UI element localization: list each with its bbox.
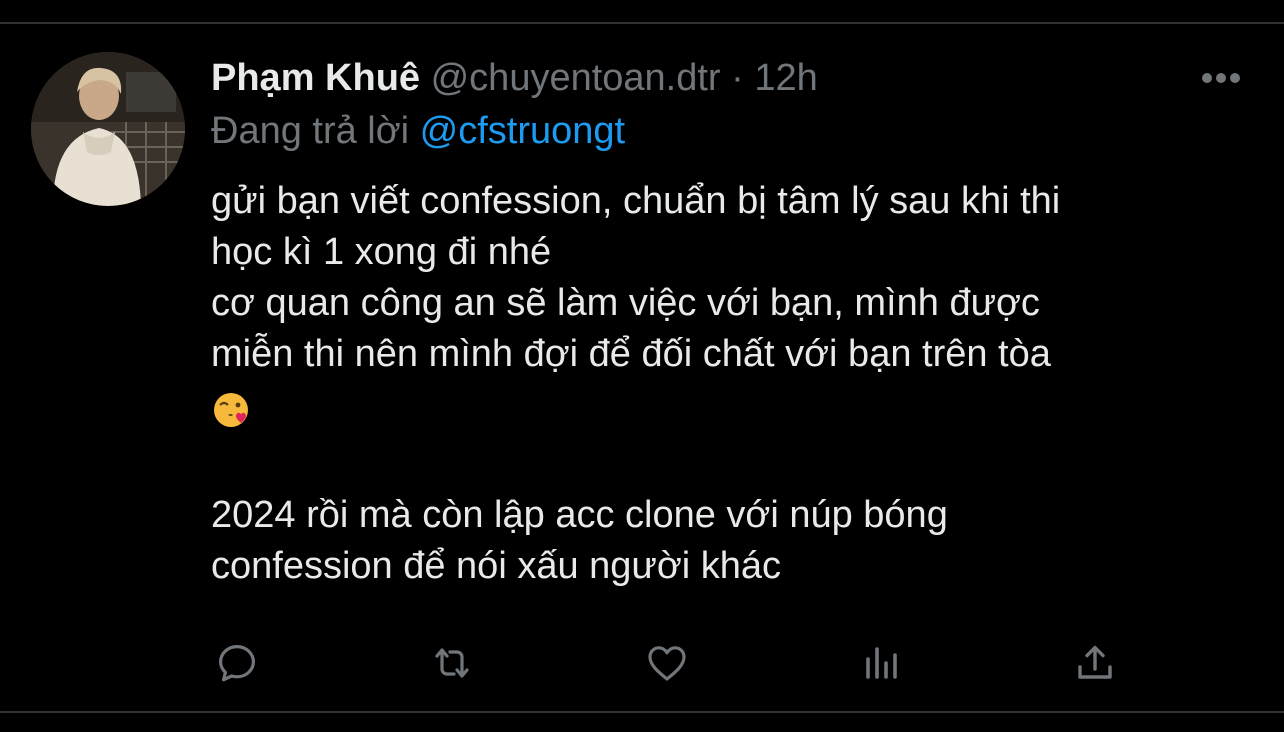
more-options-button[interactable] (1196, 60, 1246, 96)
tweet-text-line: cơ quan công an sẽ làm việc với bạn, mìn… (211, 282, 1040, 324)
like-icon (648, 646, 686, 681)
user-handle[interactable]: @chuyentoan.dtr (431, 57, 721, 99)
like-button[interactable] (641, 637, 693, 689)
time-separator: · (731, 57, 744, 99)
tweet-text-line: gửi bạn viết confession, chuẩn bị tâm lý… (211, 180, 1061, 222)
paragraph-break (211, 450, 1251, 490)
tweet-text-line: 2024 rồi mà còn lập acc clone với núp bó… (211, 494, 948, 536)
tweet-text-line: miễn thi nên mình đợi để đối chất với bạ… (211, 333, 1051, 375)
tweet-actions (211, 637, 1131, 689)
top-divider (0, 22, 1284, 24)
tweet-text: gửi bạn viết confession, chuẩn bị tâm lý… (211, 176, 1251, 592)
replying-prefix: Đang trả lời (211, 110, 410, 152)
avatar-photo (31, 52, 185, 206)
replying-to: Đang trả lời @cfstruongt (211, 108, 625, 154)
analytics-button[interactable] (856, 637, 908, 689)
display-name[interactable]: Phạm Khuê (211, 57, 420, 99)
tweet-text-line: học kì 1 xong đi nhé (211, 231, 552, 273)
tweet-header: Phạm Khuê @chuyentoan.dtr · 12h (211, 55, 1211, 105)
kissing-face-icon (214, 393, 248, 427)
analytics-icon (866, 647, 897, 679)
avatar[interactable] (31, 52, 185, 206)
timestamp[interactable]: 12h (754, 57, 817, 99)
tweet-text-line: confession để nói xấu người khác (211, 545, 782, 587)
replying-to-handle[interactable]: @cfstruongt (420, 110, 625, 152)
retweet-button[interactable] (426, 637, 478, 689)
share-button[interactable] (1069, 637, 1121, 689)
share-icon (1078, 645, 1112, 679)
retweet-icon (435, 648, 469, 678)
reply-button[interactable] (211, 637, 263, 689)
kiss-emoji (211, 380, 1251, 450)
more-icon (1202, 73, 1240, 83)
bottom-divider (0, 711, 1284, 713)
reply-icon (219, 645, 255, 682)
